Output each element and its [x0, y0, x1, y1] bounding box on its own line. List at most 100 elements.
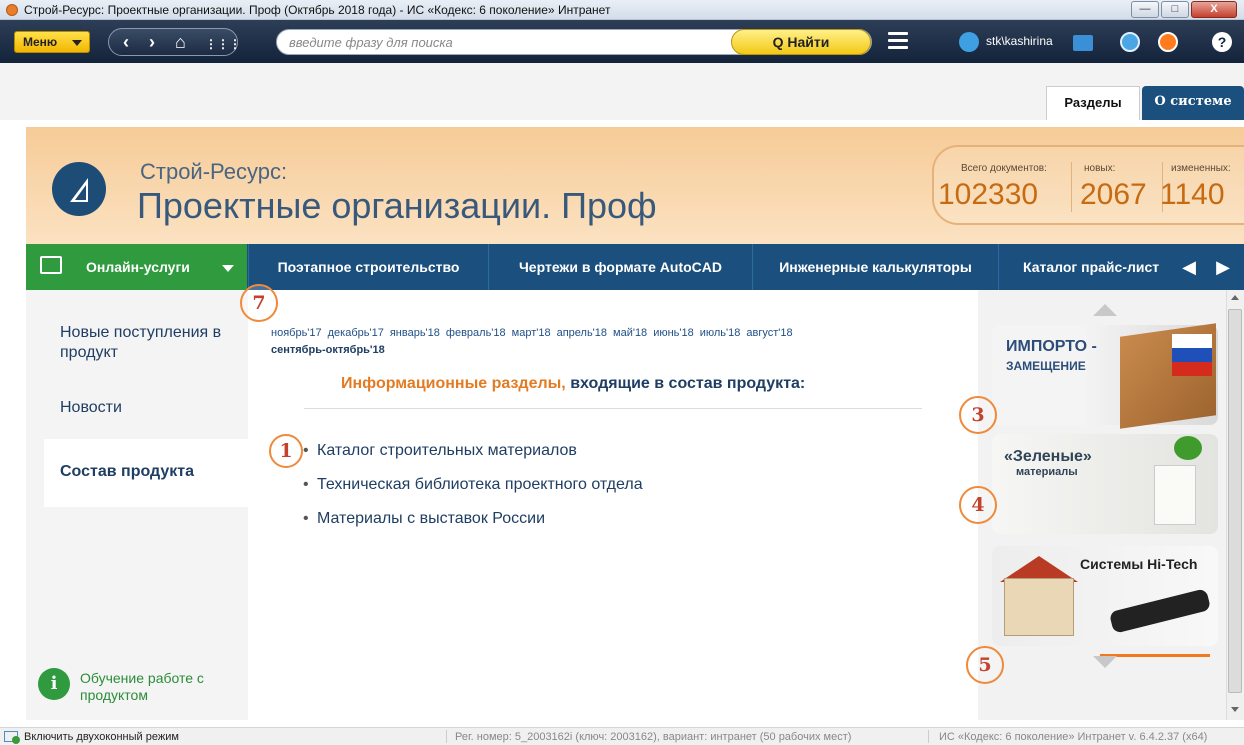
annotation-marker: 5 — [966, 646, 1004, 684]
tab-sections[interactable]: Разделы — [1046, 86, 1140, 120]
month-link[interactable]: ноябрь'17 — [271, 327, 322, 339]
search-box: введите фразу для поиска Q Найти — [276, 29, 872, 55]
promo-import-title: ИМПОРТО - — [1006, 338, 1097, 355]
history-clock-icon[interactable] — [1120, 32, 1140, 52]
status-divider — [928, 730, 929, 743]
tab-about-system[interactable]: О системе — [1142, 86, 1244, 120]
back-arrow-icon[interactable]: ‹ — [123, 32, 129, 52]
status-bar: Включить двухоконный режим Рег. номер: 5… — [0, 727, 1244, 745]
timer-icon[interactable] — [1158, 32, 1178, 52]
sections-heading-rest: входящие в состав продукта: — [570, 375, 806, 392]
bullet-icon: • — [303, 510, 309, 527]
month-list: ноябрь'17 декабрь'17 январь'18 февраль'18 ма… — [271, 327, 799, 339]
stats-divider — [1071, 162, 1072, 212]
sidebar-item-composition[interactable]: Состав продукта — [44, 439, 248, 507]
help-icon[interactable]: ? — [1212, 32, 1232, 52]
nav-item-price-catalog[interactable]: Каталог прайс-лист — [998, 244, 1174, 290]
minimize-button[interactable]: — — [1131, 1, 1159, 18]
new-docs-value: 2067 — [1080, 178, 1147, 211]
month-link[interactable]: февраль'18 — [446, 327, 506, 339]
online-services-label: Онлайн-услуги — [86, 259, 190, 275]
sidebar-item-label: Состав продукта — [60, 463, 195, 480]
clover-icon — [1174, 436, 1202, 460]
sections-heading: Информационные разделы, входящие в соста… — [341, 375, 805, 393]
annotation-marker: 4 — [959, 486, 997, 524]
scroll-up-arrow-icon[interactable] — [1093, 304, 1117, 316]
annotation-marker: 7 — [240, 284, 278, 322]
new-docs-label: новых: — [1084, 163, 1116, 174]
search-input[interactable]: введите фразу для поиска — [289, 35, 453, 50]
month-link[interactable]: март'18 — [512, 327, 551, 339]
house-icon — [1004, 578, 1074, 636]
month-link[interactable]: январь'18 — [390, 327, 440, 339]
promo-green-subtitle: материалы — [1016, 466, 1078, 478]
monitor-icon — [40, 256, 62, 274]
bullet-icon: • — [303, 476, 309, 493]
window-titlebar: Строй-Ресурс: Проектные организации. Про… — [0, 0, 1244, 20]
main-toolbar: Меню ‹ › ⌂ ⋮⋮⋮ введите фразу для поиска … — [0, 20, 1244, 63]
divider — [304, 408, 922, 409]
month-link[interactable]: декабрь'17 — [328, 327, 384, 339]
list-item[interactable]: • Материалы с выставок России — [303, 510, 545, 528]
nav-item-autocad[interactable]: Чертежи в формате AutoCAD — [488, 244, 752, 290]
two-window-badge-icon — [12, 736, 20, 744]
sidebar-item-news[interactable]: Новости — [60, 398, 122, 418]
grid-icon[interactable]: ⋮⋮⋮ — [205, 34, 241, 54]
close-button[interactable]: X — [1191, 1, 1237, 18]
list-item[interactable]: • Каталог строительных материалов — [303, 442, 577, 460]
folder-icon[interactable] — [1073, 35, 1093, 51]
promo-green-title: «Зеленые» — [1004, 448, 1092, 465]
version-info: ИС «Кодекс: 6 поколение» Интранет v. 6.4… — [939, 731, 1208, 743]
scrollbar-thumb[interactable] — [1228, 309, 1242, 693]
product-title: Проектные организации. Проф — [137, 185, 657, 226]
chevron-down-icon — [222, 265, 234, 272]
list-item[interactable]: • Техническая библиотека проектного отдел… — [303, 476, 643, 494]
changed-docs-label: измененных: — [1171, 163, 1231, 174]
product-logo — [52, 162, 106, 216]
month-link[interactable]: июнь'18 — [653, 327, 694, 339]
section-link[interactable]: Каталог строительных материалов — [317, 442, 577, 459]
home-icon[interactable]: ⌂ — [175, 32, 186, 52]
promo-import-subtitle: ЗАМЕЩЕНИЕ — [1006, 359, 1086, 373]
nav-item-stages[interactable]: Поэтапное строительство — [248, 244, 488, 290]
month-link[interactable]: июль'18 — [700, 327, 741, 339]
info-icon[interactable]: i — [38, 668, 70, 700]
maximize-button[interactable]: □ — [1161, 1, 1189, 18]
two-window-toggle[interactable]: Включить двухоконный режим — [24, 731, 179, 743]
nav-next-arrow-icon[interactable]: ▶ — [1212, 244, 1234, 290]
user-icon[interactable] — [959, 32, 979, 52]
online-services-menu[interactable]: Онлайн-услуги — [26, 244, 247, 290]
training-link[interactable]: Обучение работе с продуктом — [80, 670, 230, 704]
username[interactable]: stk\kashirina — [986, 34, 1053, 48]
status-divider — [446, 730, 447, 743]
month-link[interactable]: август'18 — [746, 327, 792, 339]
section-link[interactable]: Техническая библиотека проектного отдела — [317, 476, 643, 493]
chevron-down-icon — [72, 40, 82, 46]
menu-button[interactable]: Меню — [14, 31, 90, 53]
total-docs-label: Всего документов: — [961, 163, 1047, 174]
annotation-marker: 1 — [269, 434, 303, 468]
annotation-marker: 3 — [959, 396, 997, 434]
product-brand: Строй-Ресурс: — [140, 159, 288, 184]
section-link[interactable]: Материалы с выставок России — [317, 510, 545, 527]
hamburger-menu-icon[interactable] — [888, 32, 908, 50]
menu-label: Меню — [23, 35, 58, 49]
find-button[interactable]: Q Найти — [731, 29, 871, 55]
month-link[interactable]: май'18 — [613, 327, 647, 339]
nav-prev-arrow-icon[interactable]: ◀ — [1178, 244, 1200, 290]
scroll-down-arrow-icon[interactable] — [1093, 656, 1117, 668]
sections-heading-accent: Информационные разделы, — [341, 375, 566, 392]
scrollbar-up-icon[interactable] — [1231, 295, 1239, 300]
app-icon — [6, 4, 18, 16]
nav-button-group: ‹ › ⌂ ⋮⋮⋮ — [108, 28, 241, 56]
window-title: Строй-Ресурс: Проектные организации. Про… — [24, 3, 611, 17]
changed-docs-value: 1140 — [1160, 178, 1225, 211]
nav-item-calculators[interactable]: Инженерные калькуляторы — [752, 244, 998, 290]
forward-arrow-icon[interactable]: › — [149, 32, 155, 52]
russian-flag-icon — [1172, 334, 1212, 376]
current-month: сентябрь-октябрь'18 — [271, 344, 385, 356]
sidebar-item-new-arrivals[interactable]: Новые поступления в продукт — [60, 323, 240, 363]
month-link[interactable]: апрель'18 — [557, 327, 607, 339]
scrollbar-down-icon[interactable] — [1231, 707, 1239, 712]
bullet-icon: • — [303, 442, 309, 459]
